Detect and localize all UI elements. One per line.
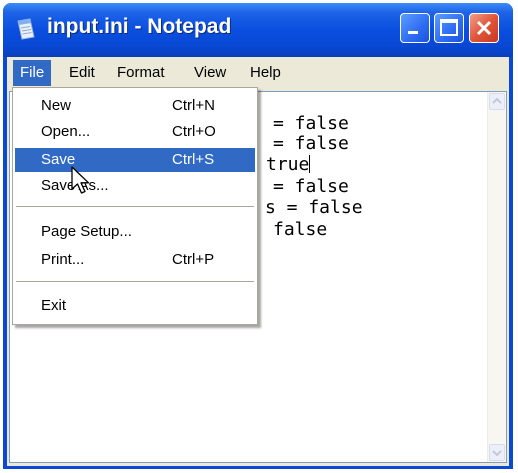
vertical-scrollbar[interactable]	[487, 92, 506, 462]
chevron-down-icon	[492, 450, 502, 457]
minimize-icon	[408, 31, 418, 34]
menu-item-save-as[interactable]: Save As...	[15, 174, 255, 198]
text-line: = false	[273, 176, 349, 197]
menu-item-label: Print...	[41, 251, 85, 268]
menu-separator	[16, 206, 254, 207]
menu-item-shortcut: Ctrl+O	[172, 123, 216, 140]
mouse-pointer-icon	[71, 166, 90, 194]
menu-item-label: Page Setup...	[41, 223, 132, 240]
menu-item-shortcut: Ctrl+N	[172, 97, 215, 114]
scroll-up-button[interactable]	[489, 93, 505, 110]
menu-item-label: Open...	[41, 123, 91, 140]
chevron-up-icon	[492, 97, 502, 104]
text-line: = false	[273, 113, 349, 134]
close-button[interactable]	[469, 13, 499, 43]
menu-item-save[interactable]: Save Ctrl+S	[15, 148, 255, 172]
menu-item-print[interactable]: Print... Ctrl+P	[15, 248, 255, 272]
text-line: false	[273, 219, 328, 240]
text-line: true	[266, 154, 311, 176]
notepad-icon[interactable]	[15, 17, 37, 41]
menu-item-shortcut: Ctrl+P	[172, 251, 215, 268]
minimize-button[interactable]	[400, 13, 430, 43]
text-line-content: true	[266, 154, 310, 175]
text-line: s = false	[265, 197, 363, 218]
menu-item-shortcut: Ctrl+S	[172, 151, 215, 168]
menu-edit[interactable]: Edit	[62, 60, 102, 86]
text-caret	[309, 155, 311, 173]
menu-file[interactable]: File	[13, 60, 52, 86]
menu-item-label: Exit	[41, 297, 67, 314]
menu-item-label: New	[41, 97, 72, 114]
maximize-button[interactable]	[434, 13, 464, 43]
close-icon	[476, 20, 492, 36]
window-title: input.ini - Notepad	[47, 15, 232, 38]
file-menu-dropdown: New Ctrl+N Open... Ctrl+O Save Ctrl+S Sa…	[12, 87, 258, 325]
menu-separator	[16, 281, 254, 282]
scroll-down-button[interactable]	[489, 444, 505, 461]
menu-help[interactable]: Help	[243, 60, 288, 86]
menu-view[interactable]: View	[187, 60, 233, 86]
menu-format[interactable]: Format	[110, 60, 172, 86]
title-bar[interactable]: input.ini - Notepad	[3, 3, 513, 57]
menu-bar: File Edit Format View Help	[7, 57, 509, 89]
menu-item-page-setup[interactable]: Page Setup...	[15, 220, 255, 244]
menu-item-new[interactable]: New Ctrl+N	[15, 94, 255, 118]
menu-item-open[interactable]: Open... Ctrl+O	[15, 120, 255, 144]
text-line: = false	[273, 133, 349, 154]
menu-item-exit[interactable]: Exit	[15, 294, 255, 318]
maximize-icon	[440, 19, 458, 36]
